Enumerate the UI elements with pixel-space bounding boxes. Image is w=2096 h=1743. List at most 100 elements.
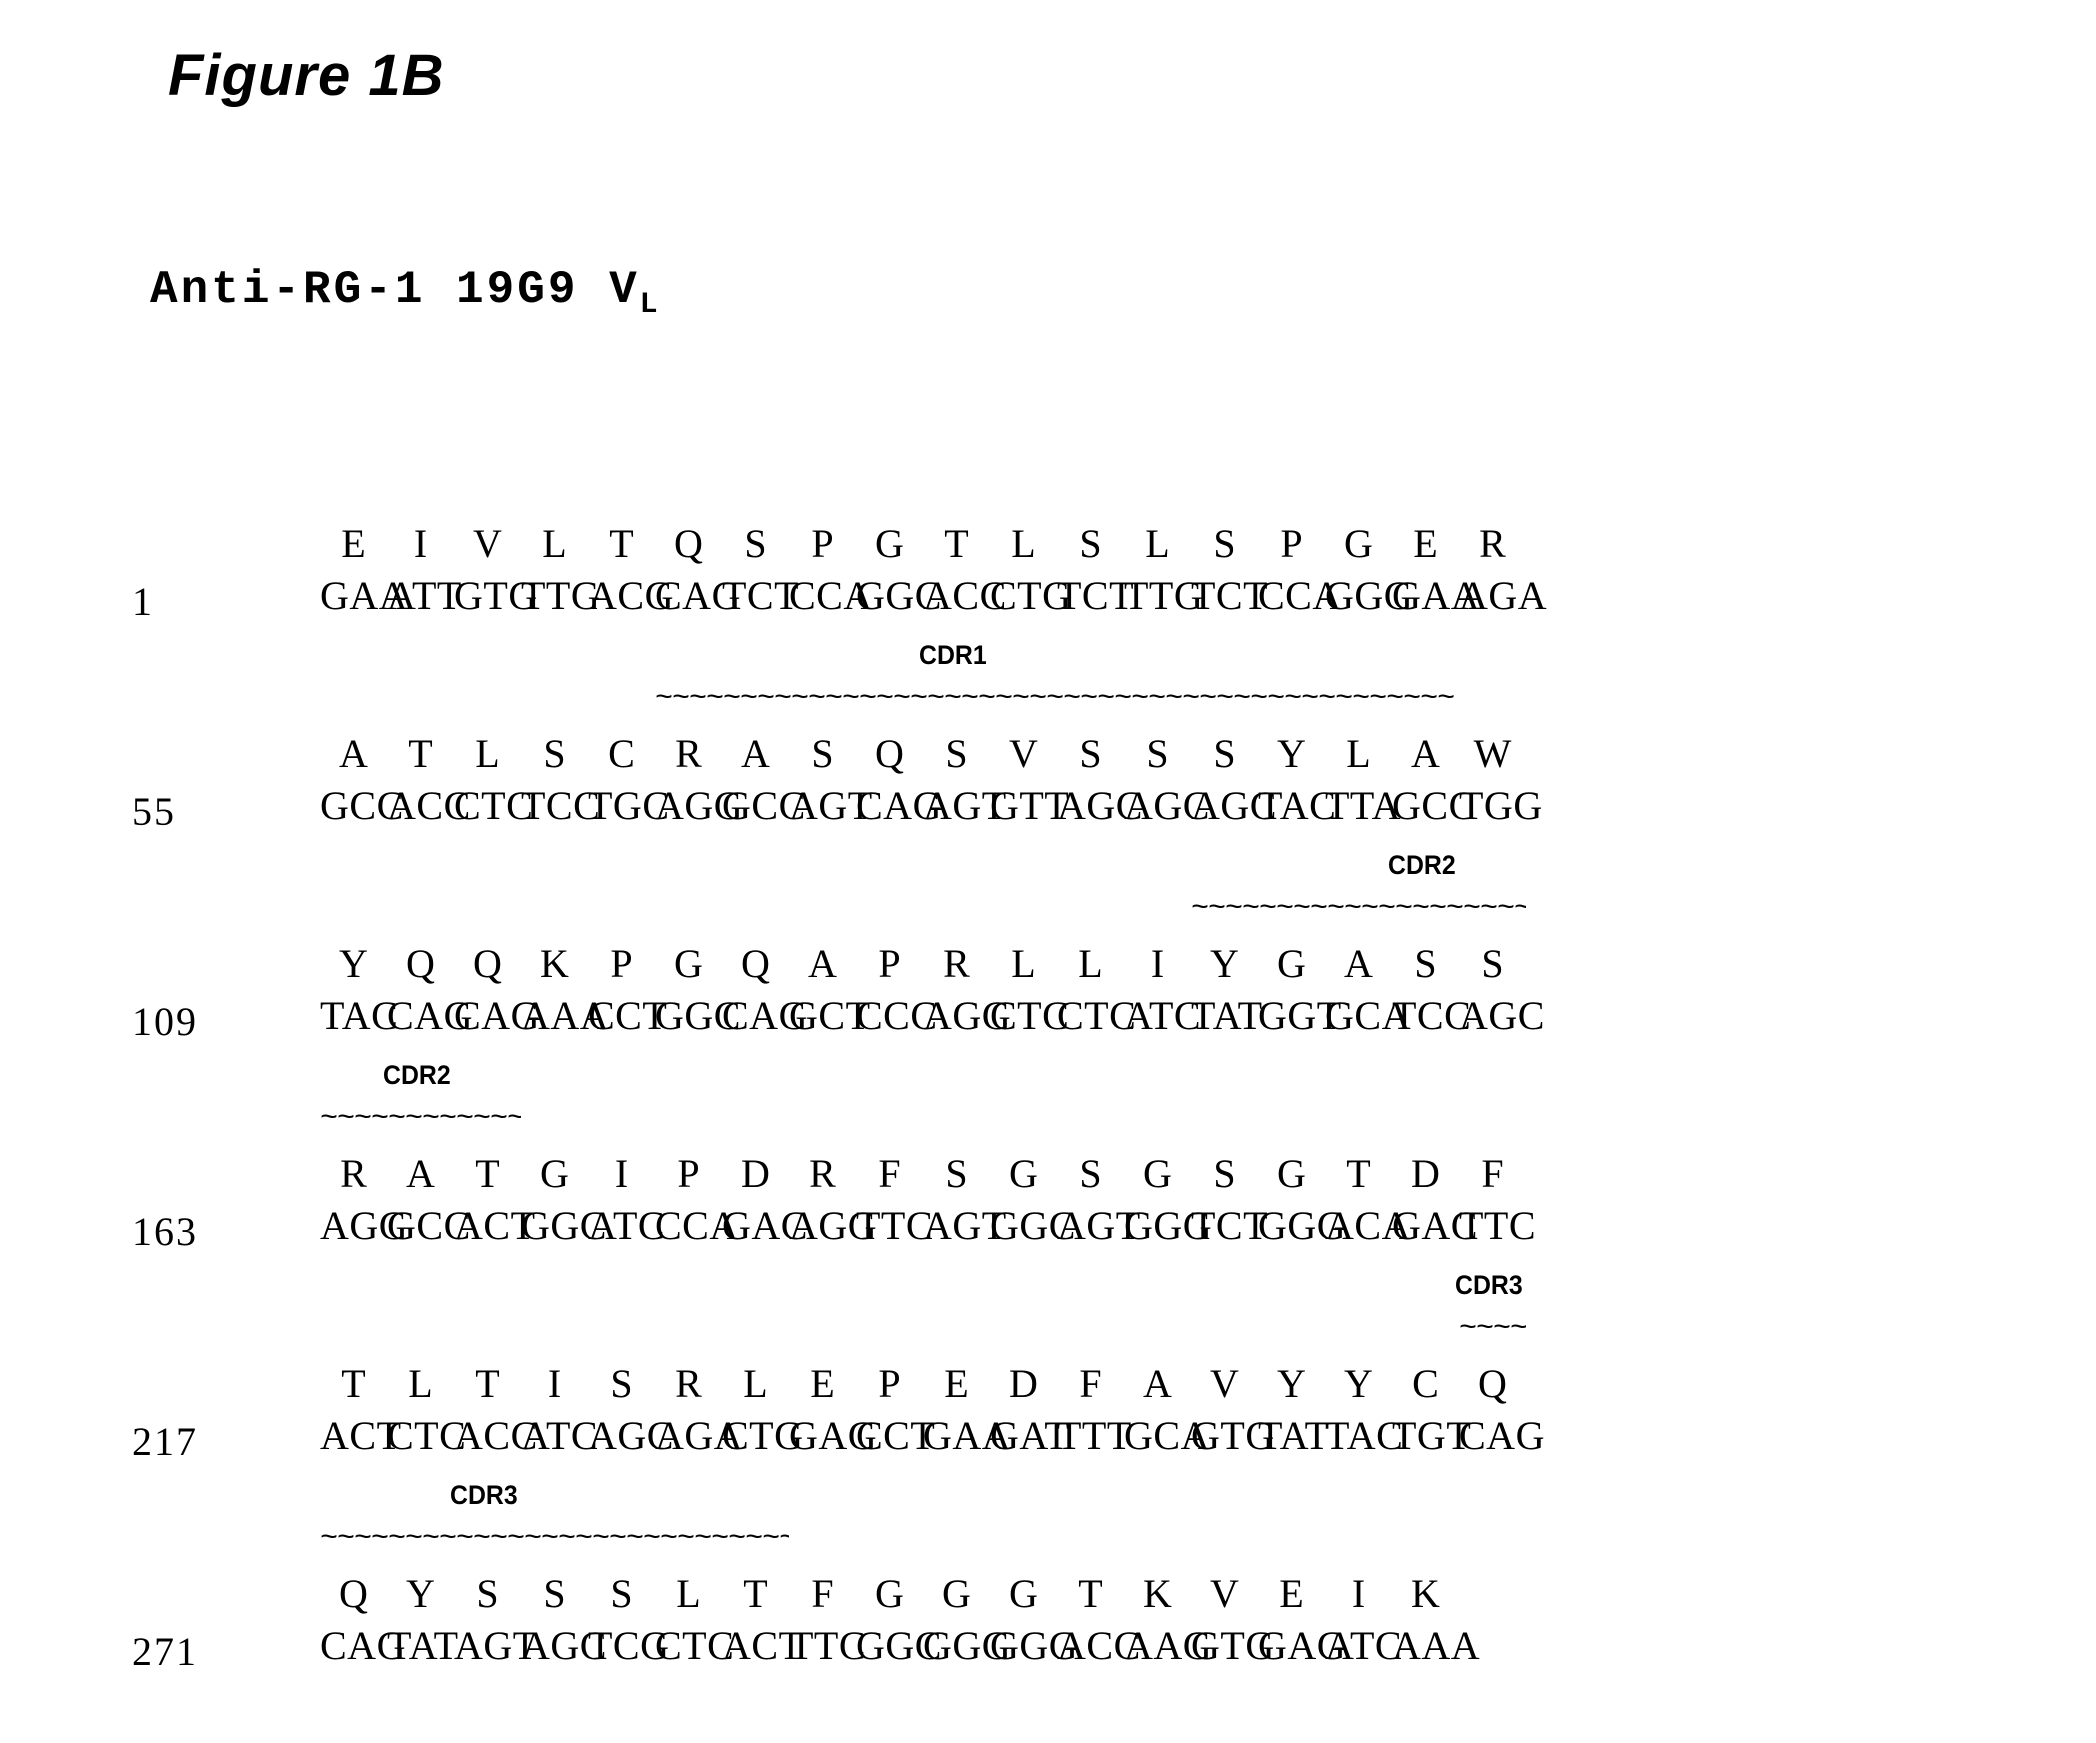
amino-acid-cell: G (942, 1571, 971, 1616)
amino-acid-cell: R (943, 941, 970, 986)
amino-acid-cell: T (609, 521, 634, 566)
codon-cell: GAG (789, 1413, 878, 1458)
codon-cell: GCC (387, 1203, 471, 1248)
amino-acid-cell: V (1210, 1361, 1239, 1406)
codon-cell: CTG (990, 573, 1072, 618)
cdr-annotation: CDR2 ~~~~~~~~~~~~ (0, 1060, 2096, 1156)
codon-cell: ACT (454, 1203, 536, 1248)
codon-cell: TCT (1191, 1203, 1269, 1248)
codon-cell: GGC (521, 1203, 607, 1248)
codon-cell: GGG (1124, 1203, 1213, 1248)
amino-acid-cell: I (547, 1361, 562, 1406)
codon-cell: TTC (789, 1623, 867, 1668)
amino-acid-cell: Y (406, 1571, 435, 1616)
codon-cell: GAA (1392, 573, 1481, 618)
codon-cell: ACT (320, 1413, 402, 1458)
codon-cell: CCA (655, 1203, 739, 1248)
amino-acid-cell: P (878, 941, 901, 986)
codon-cell: CCA (789, 573, 873, 618)
codon-row: CAG TAT AGT AGC TCG CTC ACT TTC GGC GGG GGG ACC AAG G… (320, 1622, 1481, 1670)
amino-acid-cell: G (1009, 1151, 1038, 1196)
sequence-position-number: 217 (132, 1419, 198, 1464)
codon-cell: ATC (521, 1413, 599, 1458)
codon-cell: TAT (1258, 1413, 1330, 1458)
amino-acid-cell: D (1411, 1151, 1440, 1196)
amino-acid-cell: T (408, 731, 433, 776)
amino-acid-cell: E (1413, 521, 1438, 566)
codon-cell: ATC (1325, 1623, 1403, 1668)
amino-acid-cell: S (1079, 521, 1102, 566)
amino-acid-row: ATLSCRASQSVSSSYLAW (320, 730, 1526, 778)
sequence-subtitle-subscript: L (639, 288, 658, 323)
codon-cell: TTT (1057, 1413, 1132, 1458)
codon-cell: AGC (1124, 783, 1210, 828)
amino-acid-cell: Q (406, 941, 435, 986)
amino-acid-cell: L (408, 1361, 433, 1406)
codon-cell: ACC (387, 783, 471, 828)
amino-acid-cell: G (1143, 1151, 1172, 1196)
cdr-underline: ~~~~~~~~~~~~~~~~~~~~~~~~~~~~ (320, 1522, 789, 1556)
amino-acid-cell: C (1412, 1361, 1439, 1406)
amino-acid-cell: G (1277, 1151, 1306, 1196)
codon-cell: GGC (990, 1203, 1076, 1248)
codon-cell: GGG (990, 1623, 1079, 1668)
codon-cell: GTG (1191, 1623, 1275, 1668)
amino-acid-cell: Q (741, 941, 770, 986)
codon-cell: AGC (588, 1413, 674, 1458)
amino-acid-cell: E (1279, 1571, 1304, 1616)
codon-cell: TTG (521, 573, 601, 618)
amino-acid-cell: C (608, 731, 635, 776)
amino-acid-cell: P (878, 1361, 901, 1406)
cdr-label: CDR3 (1454, 1270, 1523, 1300)
codon-cell: GGG (1258, 1203, 1347, 1248)
codon-cell: AGC (1057, 783, 1143, 828)
codon-cell: GGC (856, 1623, 942, 1668)
amino-acid-cell: P (811, 521, 834, 566)
amino-acid-cell: D (1009, 1361, 1038, 1406)
codon-row: GAA ATT GTG TTG ACG CAG TCT CCA GGC ACC CTG TCT TTG T… (320, 572, 1547, 620)
codon-cell: TAT (1191, 993, 1263, 1038)
codon-cell: AAA (1392, 1623, 1481, 1668)
amino-acid-cell: S (1481, 941, 1504, 986)
codon-cell: TCT (1057, 573, 1135, 618)
codon-cell: GGC (655, 993, 741, 1038)
sequence-block: CDR3 ~~~~ 217 T L T I S R L E P E D F A V Y Y C Q ACT CTC ACC AT… (0, 1270, 2096, 1480)
codon-cell: GGG (1325, 573, 1414, 618)
amino-acid-cell: V (1210, 1571, 1239, 1616)
sequence-position-number: 55 (132, 789, 176, 834)
amino-acid-cell: G (1344, 521, 1373, 566)
amino-acid-cell: Q (473, 941, 502, 986)
amino-acid-cell: I (1351, 1571, 1366, 1616)
amino-acid-row: RATGIPDRFSGSGSGTDF (320, 1150, 1526, 1198)
amino-acid-cell: S (1146, 731, 1169, 776)
amino-acid-cell: W (1473, 731, 1512, 776)
amino-acid-cell: S (610, 1571, 633, 1616)
codon-cell: TTC (856, 1203, 934, 1248)
codon-cell: TGT (1392, 1413, 1472, 1458)
amino-acid-cell: Q (875, 731, 904, 776)
codon-cell: TCG (588, 1623, 670, 1668)
amino-acid-cell: T (475, 1361, 500, 1406)
codon-cell: TTG (1124, 573, 1204, 618)
codon-cell: ATC (588, 1203, 666, 1248)
amino-acid-cell: Y (339, 941, 368, 986)
codon-cell: ACT (722, 1623, 804, 1668)
codon-cell: TCT (722, 573, 800, 618)
codon-cell: GCA (1325, 993, 1411, 1038)
figure-title: Figure 1B (168, 43, 445, 108)
cdr-annotation: CDR3 ~~~~ (0, 1270, 2096, 1366)
amino-acid-cell: T (743, 1571, 768, 1616)
codon-cell: CCC (856, 993, 938, 1038)
amino-acid-cell: F (878, 1151, 901, 1196)
codon-cell: AGA (655, 1413, 744, 1458)
codon-cell: TCC (521, 783, 601, 828)
amino-acid-cell: S (945, 731, 968, 776)
amino-acid-cell: F (1079, 1361, 1102, 1406)
codon-cell: ACC (1057, 1623, 1141, 1668)
codon-cell: GTG (1191, 1413, 1275, 1458)
sequence-block: 1 E I V L T Q S P G T L S L S P G E R GAA ATT GTG TTG ACG CAG TCT… (0, 430, 2096, 640)
codon-cell: GCC (722, 783, 806, 828)
codon-cell: ACC (923, 573, 1007, 618)
codon-row: ACT CTC ACC ATC AGC AGA CTG GAG CCT GAA GAT TTT GCA G… (320, 1412, 1544, 1460)
codon-cell: AGG (789, 1203, 878, 1248)
